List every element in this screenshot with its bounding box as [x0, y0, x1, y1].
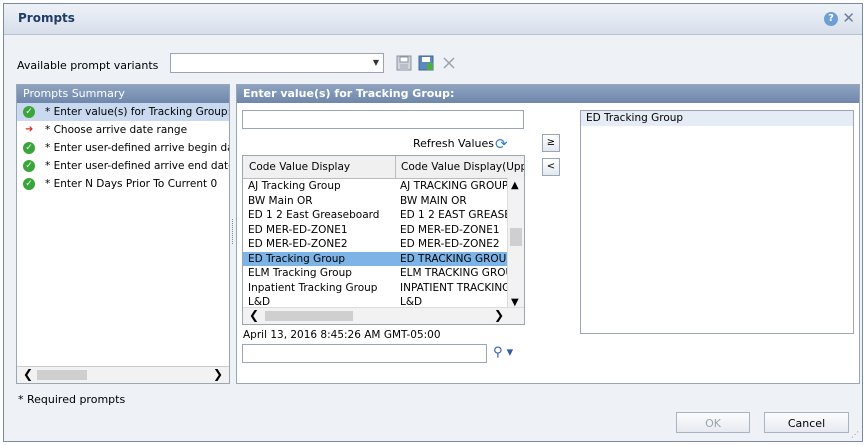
scroll-thumb[interactable]: [510, 228, 522, 246]
cell-display-upper: ELM TRACKING GROUP: [400, 267, 510, 279]
ok-button[interactable]: OK: [676, 412, 750, 433]
scroll-up-icon[interactable]: ▲: [511, 180, 519, 191]
save-as-icon[interactable]: [418, 55, 434, 71]
entry-header: Enter value(s) for Tracking Group:: [237, 85, 859, 103]
check-icon: ✓: [23, 106, 35, 118]
refresh-timestamp: April 13, 2016 8:45:26 AM GMT-05:00: [243, 329, 441, 341]
cell-display: ED Tracking Group: [248, 252, 346, 265]
title-bar: Prompts ? ✕: [4, 4, 862, 35]
table-row[interactable]: BW Main OR BW MAIN OR: [243, 194, 524, 209]
value-entry-panel: Enter value(s) for Tracking Group: Refre…: [236, 84, 860, 384]
summary-item[interactable]: ✓ * Enter N Days Prior To Current 0: [17, 175, 229, 193]
table-row[interactable]: ED 1 2 East Greaseboard ED 1 2 EAST GREAS…: [243, 208, 524, 223]
summary-item[interactable]: ➜ * Choose arrive date range: [17, 121, 229, 139]
scroll-right-icon[interactable]: ❯: [213, 367, 223, 381]
summary-item-label: * Choose arrive date range: [45, 124, 188, 136]
selected-values-list: ED Tracking Group: [580, 110, 854, 334]
table-horizontal-scrollbar[interactable]: ❮ ❯: [243, 307, 524, 324]
refresh-icon[interactable]: ⟳: [495, 135, 511, 153]
summary-item[interactable]: ✓ * Enter value(s) for Tracking Group:: [17, 103, 229, 121]
check-icon: ✓: [23, 178, 35, 190]
prompts-dialog: Prompts ? ✕ Available prompt variants ▼ …: [3, 3, 863, 442]
table-row[interactable]: ED MER-ED-ZONE2 ED MER-ED-ZONE2: [243, 237, 524, 252]
variants-select[interactable]: ▼: [170, 53, 384, 73]
check-icon: ✓: [23, 160, 35, 172]
cell-display: AJ Tracking Group: [248, 180, 341, 192]
scroll-thumb[interactable]: [265, 311, 353, 321]
delete-icon[interactable]: [441, 55, 457, 71]
remove-value-button[interactable]: <: [542, 158, 560, 176]
cell-display-upper: ED MER-ED-ZONE1: [400, 223, 500, 236]
summary-scrollbar[interactable]: ❮ ❯: [17, 366, 229, 383]
column-header[interactable]: Code Value Display: [249, 161, 350, 173]
prompts-summary-panel: Prompts Summary ✓ * Enter value(s) for T…: [16, 84, 230, 384]
cell-display-upper: AJ TRACKING GROUP: [400, 180, 509, 192]
table-row[interactable]: ED MER-ED-ZONE1 ED MER-ED-ZONE1: [243, 223, 524, 238]
help-icon[interactable]: ?: [824, 12, 838, 26]
cancel-button[interactable]: Cancel: [764, 412, 849, 433]
summary-header: Prompts Summary: [17, 85, 229, 103]
cell-display-upper: BW MAIN OR: [400, 194, 467, 207]
values-table: Code Value Display Code Value Display(Up…: [242, 155, 525, 325]
summary-item[interactable]: ✓ * Enter user-defined arrive begin date: [17, 139, 229, 157]
cell-display: ED 1 2 East Greaseboard: [248, 209, 380, 221]
table-header: Code Value Display Code Value Display(Up…: [243, 156, 524, 179]
cell-display-upper: INPATIENT TRACKING GROUP: [400, 281, 510, 294]
summary-item-label: * Enter user-defined arrive end date: [45, 160, 229, 172]
summary-item-label: * Enter N Days Prior To Current 0: [45, 178, 218, 190]
close-icon[interactable]: ✕: [842, 9, 855, 27]
scroll-left-icon[interactable]: ❮: [249, 308, 259, 322]
table-row[interactable]: ELM Tracking Group ELM TRACKING GROUP: [243, 266, 524, 281]
column-header[interactable]: Code Value Display(Upper): [401, 161, 524, 173]
list-search-input[interactable]: [242, 344, 487, 363]
variants-label: Available prompt variants: [17, 59, 159, 72]
dialog-title: Prompts: [18, 11, 75, 25]
cell-display: ED MER-ED-ZONE2: [248, 238, 348, 250]
cell-display-upper: ED TRACKING GROUP: [400, 252, 510, 265]
dropdown-arrow-icon[interactable]: ▼: [373, 58, 379, 67]
cell-display-upper: ED 1 2 EAST GREASEBOARD: [400, 209, 510, 221]
scroll-thumb[interactable]: [37, 370, 87, 380]
check-icon: ✓: [23, 142, 35, 154]
table-row[interactable]: AJ Tracking Group AJ TRACKING GROUP: [243, 179, 524, 194]
binoculars-search-icon[interactable]: ⚲ ▾: [493, 345, 513, 360]
current-arrow-icon: ➜: [25, 124, 34, 135]
column-separator[interactable]: [395, 156, 396, 178]
required-note: * Required prompts: [18, 393, 126, 406]
table-row[interactable]: ED Tracking Group ED TRACKING GROUP: [243, 251, 524, 266]
cell-display: BW Main OR: [248, 194, 313, 207]
cell-display: ED MER-ED-ZONE1: [248, 223, 348, 236]
resize-grip-icon[interactable]: ⋰: [851, 430, 859, 439]
value-search-field[interactable]: [242, 110, 524, 129]
scroll-left-icon[interactable]: ❮: [23, 367, 33, 381]
cell-display-upper: ED MER-ED-ZONE2: [400, 238, 500, 250]
summary-item-label: * Enter user-defined arrive begin date: [45, 142, 229, 154]
table-row[interactable]: Inpatient Tracking Group INPATIENT TRACKI…: [243, 281, 524, 296]
table-vertical-scrollbar[interactable]: ▲ ▼: [507, 178, 524, 310]
scroll-right-icon[interactable]: ❯: [494, 308, 504, 322]
summary-item[interactable]: ✓ * Enter user-defined arrive end date: [17, 157, 229, 175]
cell-display: ELM Tracking Group: [248, 267, 352, 279]
refresh-values-link[interactable]: Refresh Values: [413, 137, 494, 150]
save-icon[interactable]: [396, 55, 412, 71]
summary-item-label: * Enter value(s) for Tracking Group:: [45, 106, 229, 118]
cell-display: Inpatient Tracking Group: [248, 281, 378, 294]
add-value-button[interactable]: ≥: [542, 134, 560, 152]
selected-value-item[interactable]: ED Tracking Group: [581, 111, 853, 126]
